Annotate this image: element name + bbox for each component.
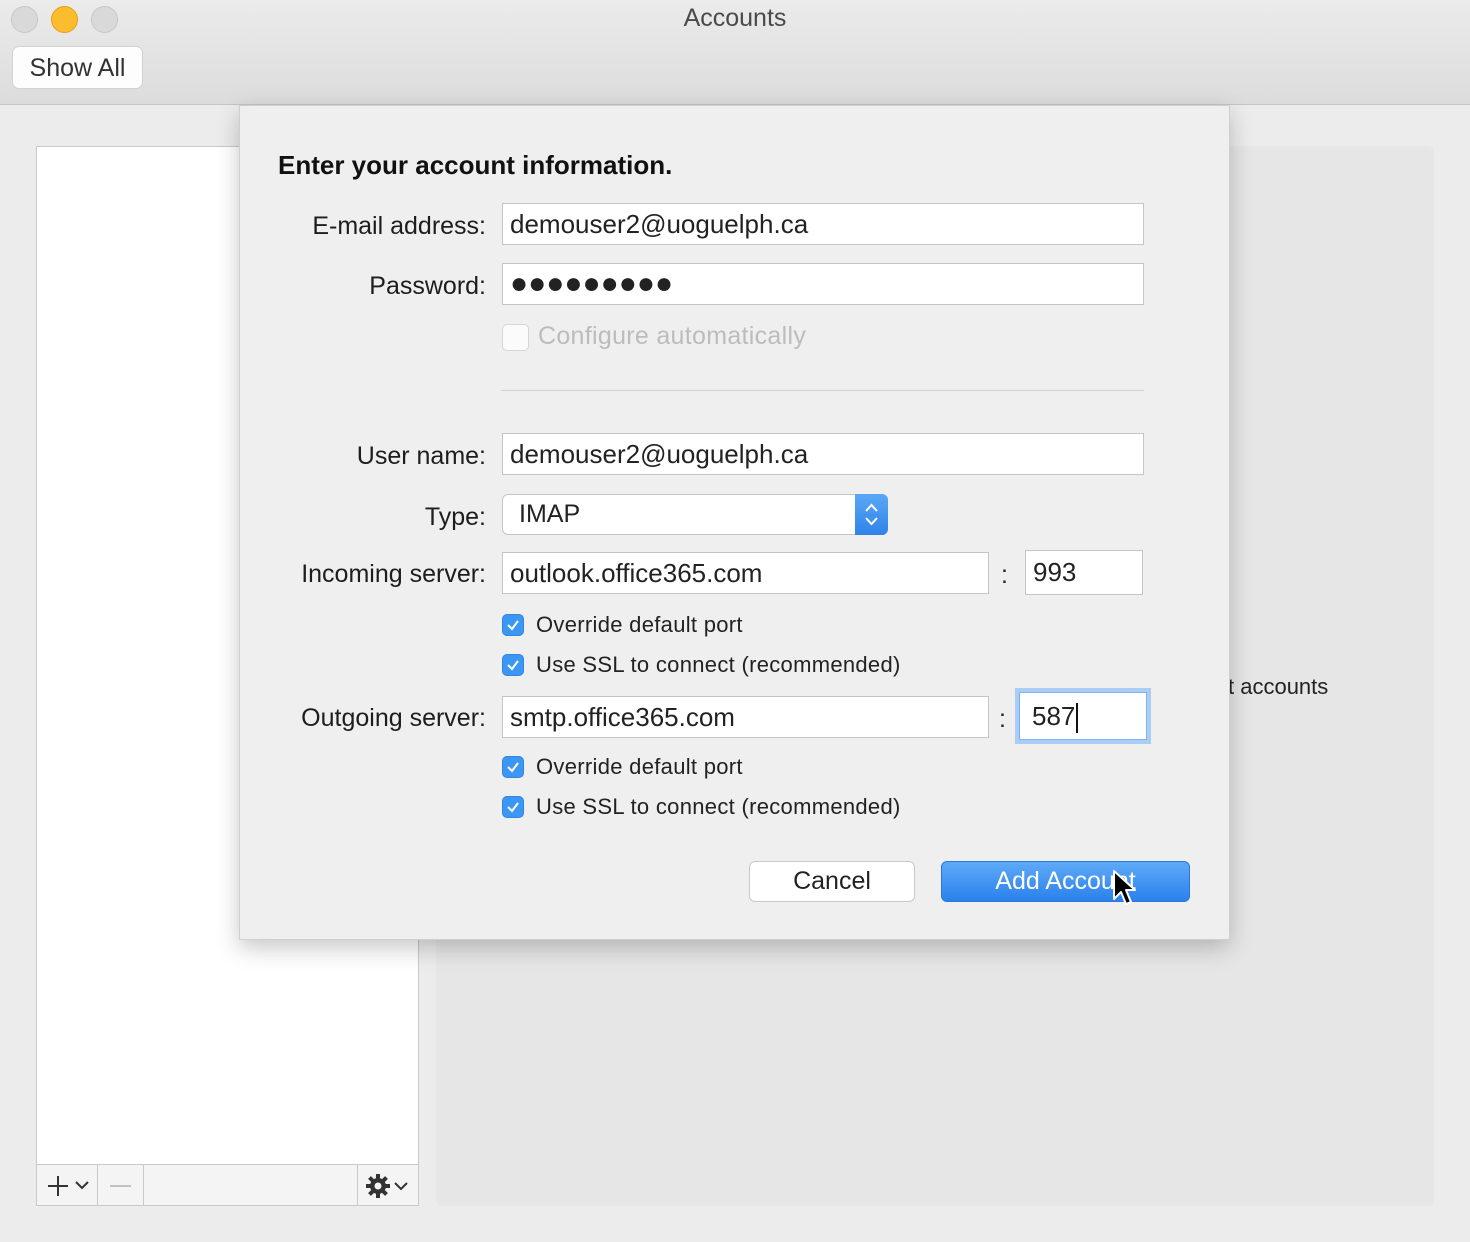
email-field[interactable]: demouser2@uoguelph.ca bbox=[502, 203, 1144, 245]
window-toolbar: Accounts Show All bbox=[0, 0, 1470, 105]
incoming-port-separator: : bbox=[1001, 561, 1008, 589]
password-mask: ●●●●●●●●● bbox=[510, 267, 674, 300]
outgoing-port-field[interactable]: 587 bbox=[1019, 692, 1147, 740]
detail-pane-text: t accounts bbox=[1228, 674, 1329, 699]
text-caret bbox=[1076, 703, 1079, 734]
email-label: E-mail address: bbox=[312, 212, 486, 240]
gear-icon bbox=[366, 1174, 408, 1198]
account-actions-menu-button[interactable] bbox=[357, 1165, 418, 1205]
section-divider bbox=[501, 390, 1144, 391]
outgoing-port-value: 587 bbox=[1032, 701, 1076, 731]
sheet-heading: Enter your account information. bbox=[278, 150, 673, 180]
outgoing-ssl-label: Use SSL to connect (recommended) bbox=[536, 794, 901, 819]
mouse-pointer-icon bbox=[1113, 870, 1136, 905]
outgoing-ssl-checkbox[interactable] bbox=[502, 796, 524, 818]
account-type-select[interactable]: IMAP bbox=[502, 494, 888, 535]
type-label: Type: bbox=[424, 503, 486, 531]
outgoing-server-label: Outgoing server: bbox=[301, 704, 486, 732]
configure-automatically-label: Configure automatically bbox=[538, 322, 807, 350]
outgoing-override-port-label: Override default port bbox=[536, 754, 743, 779]
outgoing-override-port-checkbox[interactable] bbox=[502, 756, 524, 778]
incoming-override-port-label: Override default port bbox=[536, 612, 743, 637]
configure-automatically-checkbox[interactable] bbox=[502, 324, 529, 351]
checkmark-icon bbox=[507, 762, 519, 773]
username-field[interactable]: demouser2@uoguelph.ca bbox=[502, 433, 1144, 475]
incoming-override-port-checkbox[interactable] bbox=[502, 614, 524, 636]
show-all-button[interactable]: Show All bbox=[12, 46, 143, 89]
window-title: Accounts bbox=[683, 4, 787, 32]
checkmark-icon bbox=[507, 620, 519, 631]
remove-icon bbox=[110, 1185, 131, 1187]
account-list-toolbar bbox=[36, 1164, 419, 1206]
username-label: User name: bbox=[356, 442, 486, 470]
add-account-button[interactable]: Add Account bbox=[941, 861, 1190, 902]
outgoing-server-field[interactable]: smtp.office365.com bbox=[502, 696, 989, 738]
incoming-ssl-label: Use SSL to connect (recommended) bbox=[536, 652, 901, 677]
password-label: Password: bbox=[369, 272, 486, 300]
outgoing-port-separator: : bbox=[999, 705, 1006, 733]
add-icon bbox=[48, 1176, 89, 1196]
up-down-chevron-icon bbox=[855, 494, 888, 535]
remove-account-button[interactable] bbox=[98, 1165, 144, 1205]
cancel-button[interactable]: Cancel bbox=[749, 861, 915, 902]
incoming-ssl-checkbox[interactable] bbox=[502, 654, 524, 676]
incoming-server-label: Incoming server: bbox=[301, 560, 486, 588]
add-account-menu-button[interactable] bbox=[37, 1165, 98, 1205]
password-field[interactable]: ●●●●●●●●● bbox=[502, 263, 1144, 305]
incoming-port-field[interactable]: 993 bbox=[1025, 550, 1143, 595]
checkmark-icon bbox=[507, 802, 519, 813]
account-type-value: IMAP bbox=[519, 500, 581, 528]
incoming-server-field[interactable]: outlook.office365.com bbox=[502, 552, 989, 594]
checkmark-icon bbox=[507, 660, 519, 671]
add-account-sheet: Enter your account information. E-mail a… bbox=[239, 105, 1230, 940]
